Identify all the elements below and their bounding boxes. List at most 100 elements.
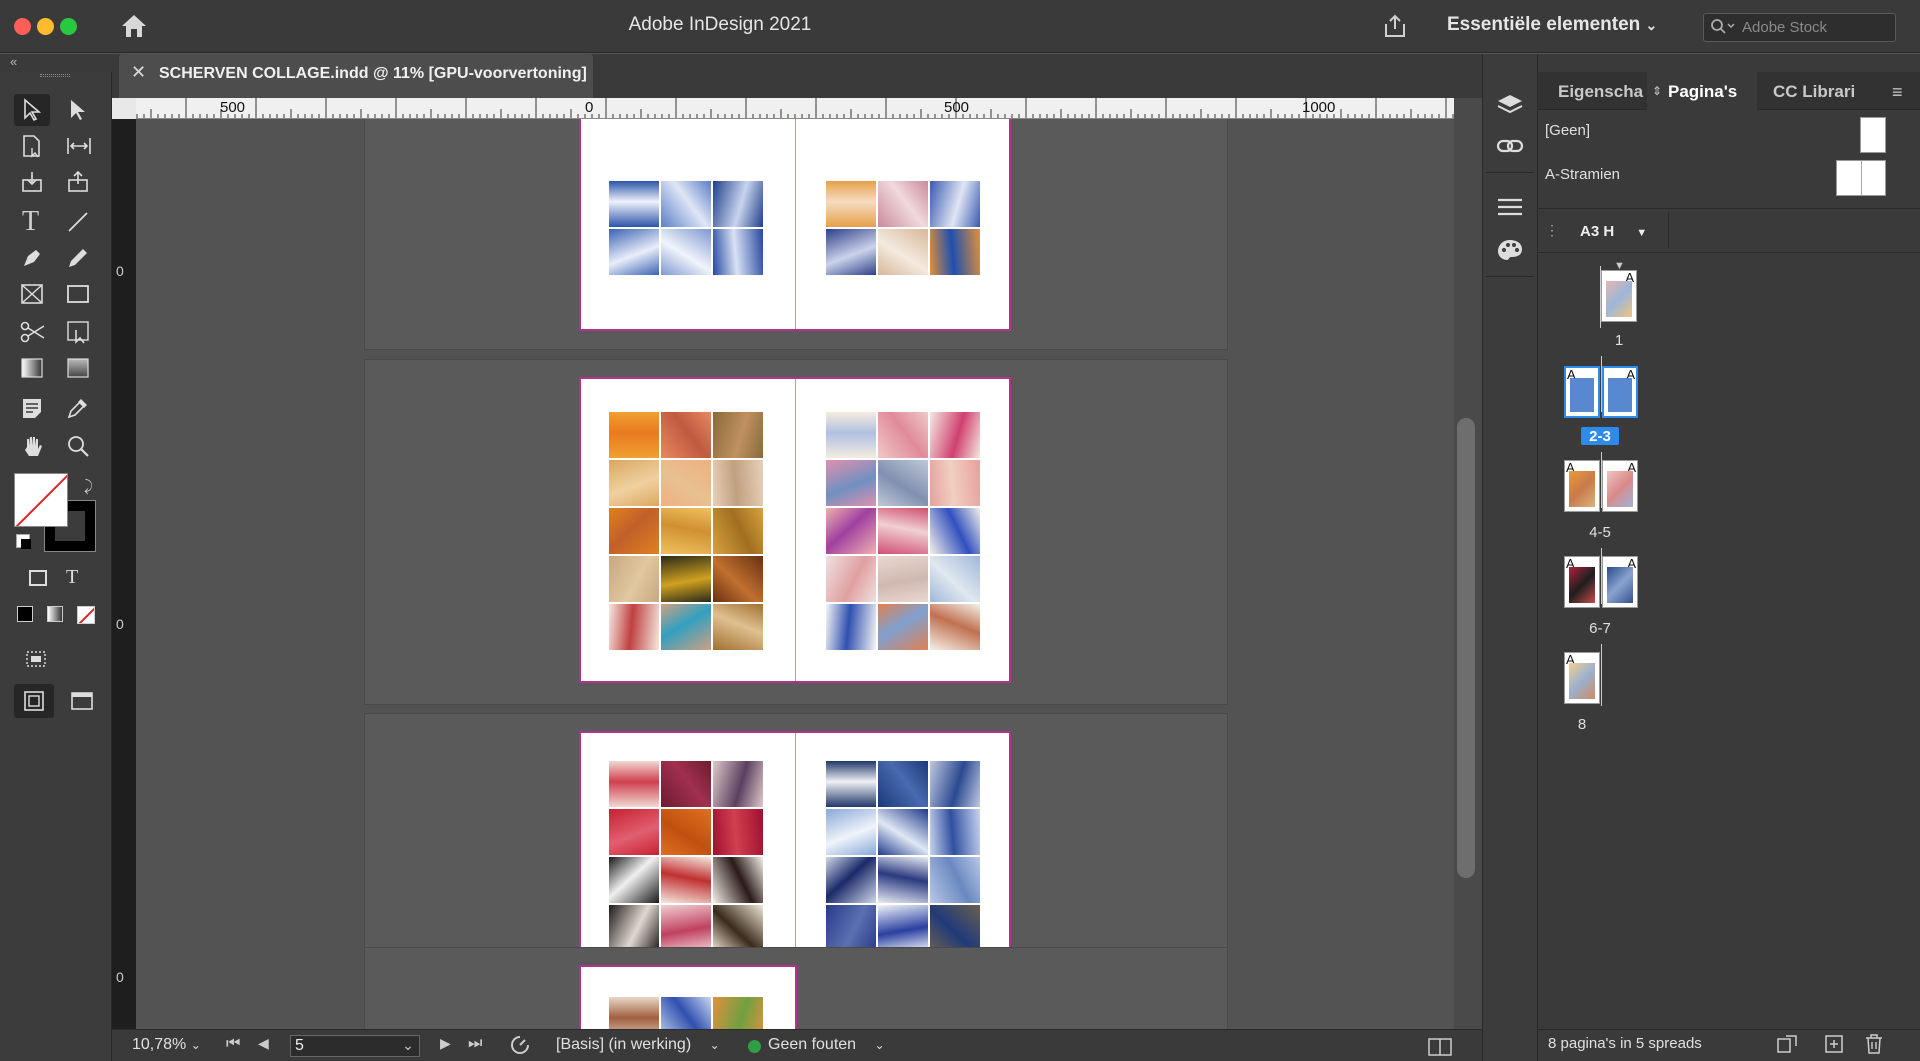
preflight-status[interactable]: Geen fouten ⌄ (768, 1036, 885, 1054)
rectangle-frame-tool-icon[interactable] (20, 282, 44, 311)
spread-label-2-3[interactable]: 2-3 (1581, 428, 1619, 445)
ruler-origin[interactable] (112, 98, 136, 119)
close-document-icon[interactable]: ✕ (131, 62, 146, 83)
gradient-swatch-tool-icon[interactable] (20, 356, 44, 385)
adobe-stock-search[interactable]: Adobe Stock (1703, 13, 1896, 42)
collage-tile (609, 181, 659, 227)
apply-color-icon[interactable] (17, 606, 33, 622)
hand-tool-icon[interactable] (20, 434, 46, 465)
apply-none-icon[interactable] (77, 606, 95, 624)
normal-screen-mode-button[interactable] (14, 684, 54, 718)
links-icon[interactable] (1496, 136, 1524, 161)
page-thumb-2[interactable]: A (1564, 366, 1600, 418)
share-icon[interactable] (1382, 13, 1408, 44)
master-a-thumb[interactable] (1836, 160, 1886, 196)
collage-tile (826, 604, 876, 650)
chevron-down-icon: ⌄ (1645, 17, 1658, 33)
collage-tile (609, 905, 659, 951)
apply-gradient-icon[interactable] (47, 606, 63, 622)
gradient-feather-tool-icon[interactable] (66, 356, 90, 385)
collage-tile (661, 905, 711, 951)
preflight-profile[interactable]: [Basis] (in werking) ⌄ (556, 1036, 720, 1054)
fill-swatch-none[interactable] (14, 473, 68, 527)
type-tool-icon[interactable]: T (22, 208, 39, 236)
page-dropdown-icon[interactable]: ⌄ (396, 1037, 420, 1057)
page-thumb-7[interactable]: A (1602, 556, 1638, 608)
ruler-tick-label: 1000 (1302, 99, 1336, 116)
master-none-thumb[interactable] (1860, 117, 1886, 153)
default-fill-stroke-icon[interactable] (16, 534, 31, 549)
screen-mode-icon[interactable] (70, 690, 96, 717)
content-placer-tool-icon[interactable] (66, 170, 90, 199)
stroke-panel-icon[interactable] (1496, 196, 1524, 223)
tab-eigenschappen[interactable]: Eigenscha (1558, 82, 1643, 102)
page-size-select[interactable]: A3 H ▼ (1580, 223, 1647, 240)
swap-fill-stroke-icon[interactable]: ⤸ (84, 478, 93, 495)
spread-page[interactable] (579, 119, 1011, 331)
collage-tile (713, 809, 763, 855)
new-page-icon[interactable] (1824, 1034, 1844, 1059)
direct-selection-tool-icon[interactable] (66, 98, 90, 127)
formatting-container-icon[interactable] (29, 570, 47, 586)
selection-tool-icon[interactable] (20, 98, 44, 127)
page-thumb-1[interactable]: A (1601, 270, 1637, 322)
spread-page[interactable] (579, 377, 1011, 683)
thumbnail-preview (1607, 567, 1633, 603)
page-thumb-3[interactable]: A (1602, 366, 1638, 418)
collage-tile (930, 556, 980, 602)
vertical-ruler[interactable]: 0 0 0 (112, 119, 136, 1029)
layers-icon[interactable] (1496, 92, 1524, 123)
spread-label-4-5[interactable]: 4-5 (1581, 524, 1619, 541)
toolbox-grip[interactable] (40, 74, 70, 77)
formatting-text-icon[interactable]: T (66, 566, 78, 589)
zoom-tool-icon[interactable] (66, 434, 90, 463)
edit-page-size-icon[interactable] (1776, 1034, 1798, 1059)
page-thumb-5[interactable]: A (1602, 460, 1638, 512)
zoom-level[interactable]: 10,78% ⌄ (132, 1036, 201, 1054)
gap-tool-icon[interactable] (66, 134, 92, 163)
page-tool-icon[interactable] (20, 134, 44, 163)
preflight-toggle-icon[interactable] (508, 1034, 532, 1061)
drag-handle-icon[interactable]: ⋮ (1545, 222, 1559, 239)
last-page-icon[interactable]: ⏭ (468, 1035, 482, 1053)
collage-tile (878, 857, 928, 903)
thumbnail-preview (1569, 663, 1595, 699)
rectangle-tool-icon[interactable] (66, 282, 90, 311)
swatches-icon[interactable] (1496, 238, 1524, 267)
document-canvas[interactable] (136, 119, 1454, 1029)
collapse-toolbox-icon[interactable]: « (10, 54, 17, 69)
spread-label-8[interactable]: 8 (1564, 716, 1600, 733)
page-thumb-8[interactable]: A (1564, 652, 1600, 704)
vertical-scrollbar-thumb[interactable] (1457, 418, 1475, 878)
master-a-stramien[interactable]: A-Stramien (1545, 166, 1620, 183)
content-collector-tool-icon[interactable] (20, 170, 44, 199)
eyedropper-tool-icon[interactable] (66, 396, 90, 425)
tab-paginas[interactable]: Pagina's (1668, 82, 1737, 102)
collage-tile (930, 809, 980, 855)
first-page-icon[interactable]: ⏮ (226, 1035, 240, 1053)
panel-menu-icon[interactable]: ≡ (1892, 82, 1903, 103)
next-page-icon[interactable]: ▶ (440, 1035, 451, 1052)
page-thumb-6[interactable]: A (1564, 556, 1600, 608)
note-tool-icon[interactable] (20, 396, 44, 425)
collage-tile (661, 508, 711, 554)
collage-tile (661, 460, 711, 506)
free-transform-tool-icon[interactable] (66, 320, 92, 349)
pen-tool-icon[interactable] (20, 246, 44, 275)
line-tool-icon[interactable] (66, 210, 90, 239)
workspace-switcher[interactable]: Essentiële elementen ⌄ (1447, 14, 1657, 36)
previous-page-icon[interactable]: ◀ (258, 1035, 269, 1052)
view-mode-icon[interactable] (24, 648, 50, 675)
split-window-icon[interactable] (1428, 1038, 1452, 1061)
tab-cc-libraries[interactable]: CC Librari (1773, 82, 1855, 102)
page-thumb-4[interactable]: A (1564, 460, 1600, 512)
spread-label-1[interactable]: 1 (1601, 332, 1637, 349)
collage-tile (930, 905, 980, 951)
master-none[interactable]: [Geen] (1545, 122, 1590, 139)
pencil-tool-icon[interactable] (66, 246, 90, 275)
spread-page[interactable] (579, 965, 797, 1029)
delete-page-icon[interactable] (1864, 1033, 1884, 1060)
spread-label-6-7[interactable]: 6-7 (1581, 620, 1619, 637)
horizontal-ruler[interactable]: 500 0 500 1000 (112, 98, 1454, 119)
scissors-tool-icon[interactable] (20, 320, 46, 349)
